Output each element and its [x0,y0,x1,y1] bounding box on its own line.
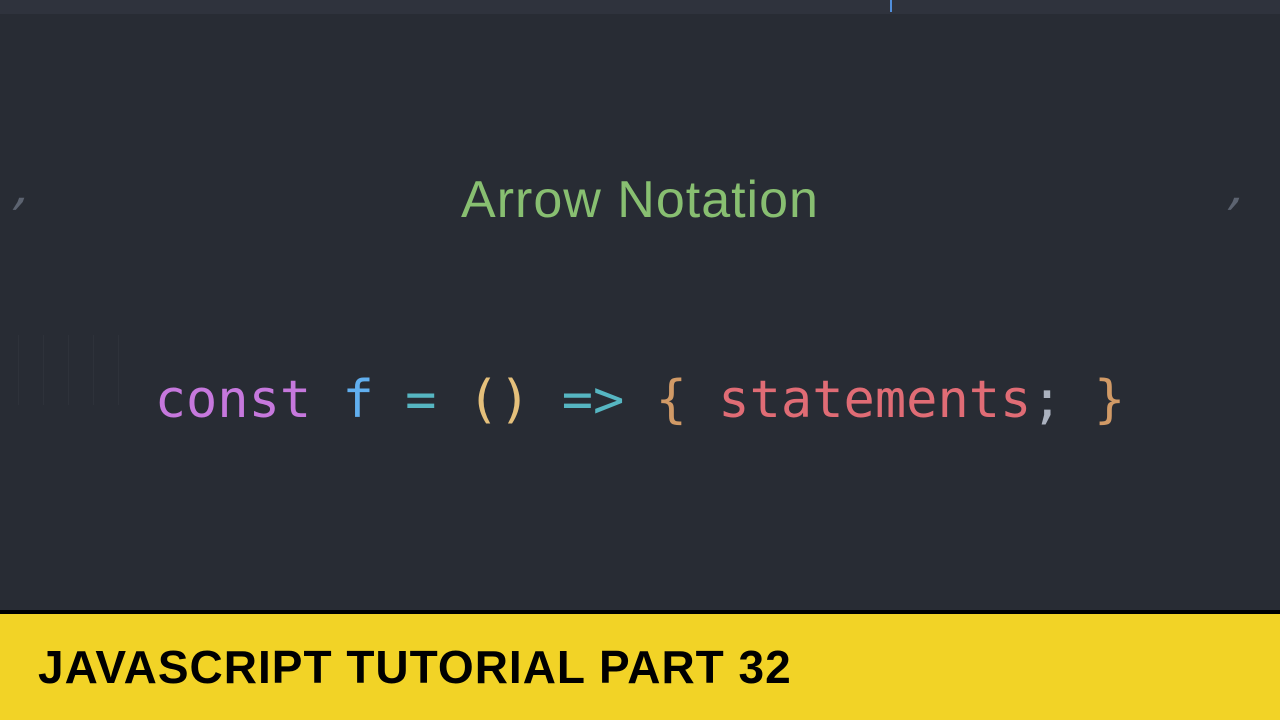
slide-heading: Arrow Notation [0,170,1280,230]
token-function-name: f [343,370,374,430]
top-band [0,0,1280,14]
token-semicolon: ; [1031,370,1062,430]
footer-banner: JAVASCRIPT TUTORIAL PART 32 [0,610,1280,720]
token-parens: () [468,370,531,430]
cursor-mark [890,0,892,12]
token-statements: statements [718,370,1031,430]
token-brace-open: { [656,370,687,430]
token-assign: = [405,370,436,430]
code-line: const f = () => { statements; } [0,370,1280,430]
footer-banner-text: JAVASCRIPT TUTORIAL PART 32 [38,640,792,694]
token-arrow: => [562,370,625,430]
token-brace-close: } [1094,370,1125,430]
token-keyword: const [155,370,312,430]
